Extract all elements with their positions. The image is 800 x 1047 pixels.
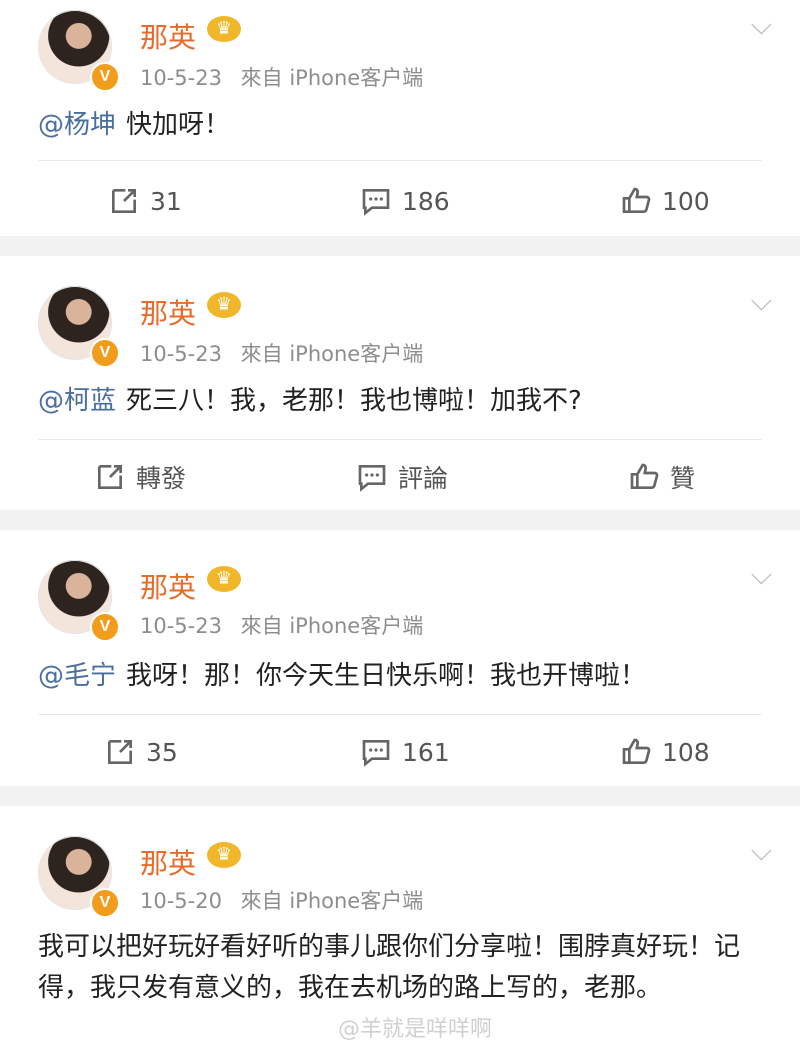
post-source: 來自 iPhone客户端 [240, 889, 424, 913]
watermark: @羊就是咩咩啊 [338, 1017, 493, 1042]
divider [38, 439, 762, 440]
post-content: @杨坤 快加呀！ [38, 104, 762, 146]
like-button[interactable]: 100 [620, 166, 710, 236]
post-card: V 那英 ♛ 10-5-23 來自 iPhone客户端 ⌵ @毛宁 我呀！那！你今… [0, 530, 800, 786]
like-icon [628, 461, 660, 493]
action-bar: 31 186 100 [0, 166, 800, 236]
post-content: 我可以把好玩好看好听的事儿跟你们分享啦！围脖真好玩！记得，我只发有意义的，我在去… [38, 927, 762, 1009]
comment-icon [360, 736, 392, 768]
action-bar: 35 161 108 [0, 717, 800, 787]
mention-link[interactable]: @柯蓝 [38, 386, 116, 416]
post-source: 來自 iPhone客户端 [240, 66, 424, 90]
action-bar: 轉發 評論 贊 [0, 442, 800, 512]
crown-icon: ♛ [207, 566, 241, 592]
post-card: V 那英 ♛ 10-5-23 來自 iPhone客户端 ⌵ @杨坤 快加呀！ 31… [0, 0, 800, 236]
post-card: V 那英 ♛ 10-5-23 來自 iPhone客户端 ⌵ @柯蓝 死三八！我，老… [0, 256, 800, 510]
comment-icon [360, 185, 392, 217]
repost-count: 35 [146, 737, 178, 767]
comment-label: 評論 [398, 464, 449, 493]
like-label: 贊 [670, 464, 696, 493]
post-meta: 10-5-23 來自 iPhone客户端 [140, 610, 423, 640]
mention-link[interactable]: @杨坤 [38, 110, 116, 140]
mention-link[interactable]: @毛宁 [38, 661, 116, 691]
repost-label: 轉發 [136, 464, 187, 493]
post-text: 快加呀！ [126, 110, 231, 140]
verified-icon: V [90, 62, 120, 92]
author-name[interactable]: 那英 [140, 842, 196, 882]
post-text: 我可以把好玩好看好听的事儿跟你们分享啦！围脖真好玩！记得，我只发有意义的，我在去… [38, 932, 741, 1003]
author-name[interactable]: 那英 [140, 292, 196, 332]
repost-icon [104, 736, 136, 768]
post-source: 來自 iPhone客户端 [240, 614, 424, 638]
verified-icon: V [90, 888, 120, 918]
post-meta: 10-5-23 來自 iPhone客户端 [140, 62, 423, 92]
post-time: 10-5-20 [140, 889, 222, 913]
like-icon [620, 185, 652, 217]
like-count: 108 [662, 737, 710, 767]
comment-button[interactable]: 186 [360, 166, 450, 236]
repost-icon [94, 461, 126, 493]
like-count: 100 [662, 186, 710, 216]
chevron-down-icon[interactable]: ⌵ [751, 284, 772, 318]
post-meta: 10-5-20 來自 iPhone客户端 [140, 885, 423, 915]
post-time: 10-5-23 [140, 342, 222, 366]
author-name[interactable]: 那英 [140, 16, 196, 56]
post-card: V 那英 ♛ 10-5-20 來自 iPhone客户端 ⌵ 我可以把好玩好看好听… [0, 806, 800, 1047]
verified-icon: V [90, 338, 120, 368]
post-text: 我呀！那！你今天生日快乐啊！我也开博啦！ [126, 661, 647, 691]
repost-button[interactable]: 31 [108, 166, 182, 236]
divider [38, 714, 762, 715]
post-content: @毛宁 我呀！那！你今天生日快乐啊！我也开博啦！ [38, 655, 762, 697]
repost-count: 31 [150, 186, 182, 216]
like-button[interactable]: 108 [620, 717, 710, 787]
post-text: 死三八！我，老那！我也博啦！加我不? [126, 386, 582, 416]
post-time: 10-5-23 [140, 66, 222, 90]
crown-icon: ♛ [207, 16, 241, 42]
comment-icon [356, 461, 388, 493]
post-content: @柯蓝 死三八！我，老那！我也博啦！加我不? [38, 380, 762, 422]
comment-button[interactable]: 評論 [356, 442, 448, 512]
repost-icon [108, 185, 140, 217]
repost-button[interactable]: 轉發 [94, 442, 186, 512]
post-meta: 10-5-23 來自 iPhone客户端 [140, 338, 423, 368]
like-icon [620, 736, 652, 768]
post-time: 10-5-23 [140, 614, 222, 638]
chevron-down-icon[interactable]: ⌵ [751, 834, 772, 868]
divider [38, 160, 762, 161]
chevron-down-icon[interactable]: ⌵ [751, 558, 772, 592]
chevron-down-icon[interactable]: ⌵ [751, 8, 772, 42]
post-source: 來自 iPhone客户端 [240, 342, 424, 366]
crown-icon: ♛ [207, 292, 241, 318]
comment-button[interactable]: 161 [360, 717, 450, 787]
comment-count: 161 [402, 737, 450, 767]
repost-button[interactable]: 35 [104, 717, 178, 787]
crown-icon: ♛ [207, 842, 241, 868]
comment-count: 186 [402, 186, 450, 216]
verified-icon: V [90, 612, 120, 642]
author-name[interactable]: 那英 [140, 566, 196, 606]
like-button[interactable]: 贊 [628, 442, 695, 512]
